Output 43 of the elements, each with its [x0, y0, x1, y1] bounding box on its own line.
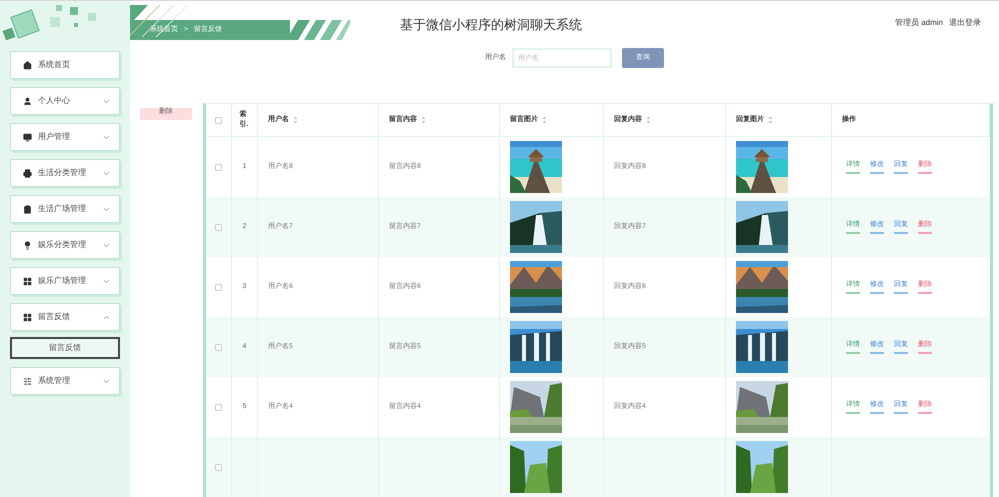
- menu-label: 个人中心: [38, 95, 71, 107]
- sidebar-menu-item[interactable]: 个人中心: [10, 87, 120, 115]
- sidebar-menu-item[interactable]: 生活分类管理: [10, 159, 120, 187]
- grid-icon: [23, 312, 32, 322]
- row-checkbox[interactable]: [215, 164, 222, 170]
- sidebar-menu-item[interactable]: 生活广场管理: [10, 195, 120, 223]
- menu-label: 娱乐分类管理: [38, 239, 87, 251]
- printer-icon: [23, 168, 32, 178]
- menu-label: 系统首页: [38, 59, 71, 71]
- sidebar-menu-item[interactable]: 系统首页: [10, 51, 120, 79]
- sort-icon[interactable]: [421, 116, 426, 124]
- sidebar-menu-item[interactable]: 娱乐广场管理: [10, 267, 120, 295]
- sidebar-menu-item[interactable]: 用户管理: [10, 123, 120, 151]
- sort-icon[interactable]: [768, 116, 773, 124]
- sort-icon[interactable]: [646, 116, 651, 124]
- bulb-icon: [23, 240, 32, 250]
- user-icon: [23, 96, 32, 106]
- menu-label: 娱乐广场管理: [38, 275, 87, 287]
- sliders-icon: [23, 376, 32, 386]
- row-checkbox[interactable]: [215, 344, 222, 350]
- home-icon: [23, 60, 32, 70]
- sidebar-menu-item[interactable]: 留言反馈: [10, 303, 120, 331]
- sidebar-menu-item[interactable]: 娱乐分类管理: [10, 231, 120, 259]
- sort-icon[interactable]: [293, 116, 298, 124]
- menu-label: 系统管理: [38, 375, 71, 387]
- menu-label: 生活广场管理: [38, 203, 87, 215]
- grid-icon: [23, 276, 32, 286]
- row-checkbox[interactable]: [215, 404, 222, 410]
- admin-user-label: 管理员 admin: [894, 17, 943, 29]
- clipboard-icon: [23, 204, 32, 214]
- select-all-checkbox[interactable]: [215, 116, 222, 124]
- system-title: 基于微信小程序的树洞聊天系统: [400, 16, 582, 34]
- monitor-icon: [23, 132, 32, 142]
- menu-label: 生活分类管理: [38, 167, 87, 179]
- row-checkbox[interactable]: [215, 224, 222, 230]
- row-checkbox[interactable]: [215, 464, 222, 470]
- sort-icon[interactable]: [542, 116, 547, 124]
- submenu-item[interactable]: 留言反馈: [10, 337, 120, 359]
- menu-label: 留言反馈: [38, 311, 71, 323]
- row-checkbox[interactable]: [215, 284, 222, 290]
- sidebar-menu-item[interactable]: 系统管理: [10, 367, 120, 395]
- logout-link[interactable]: 退出登录: [949, 17, 981, 29]
- menu-label: 用户管理: [38, 131, 71, 143]
